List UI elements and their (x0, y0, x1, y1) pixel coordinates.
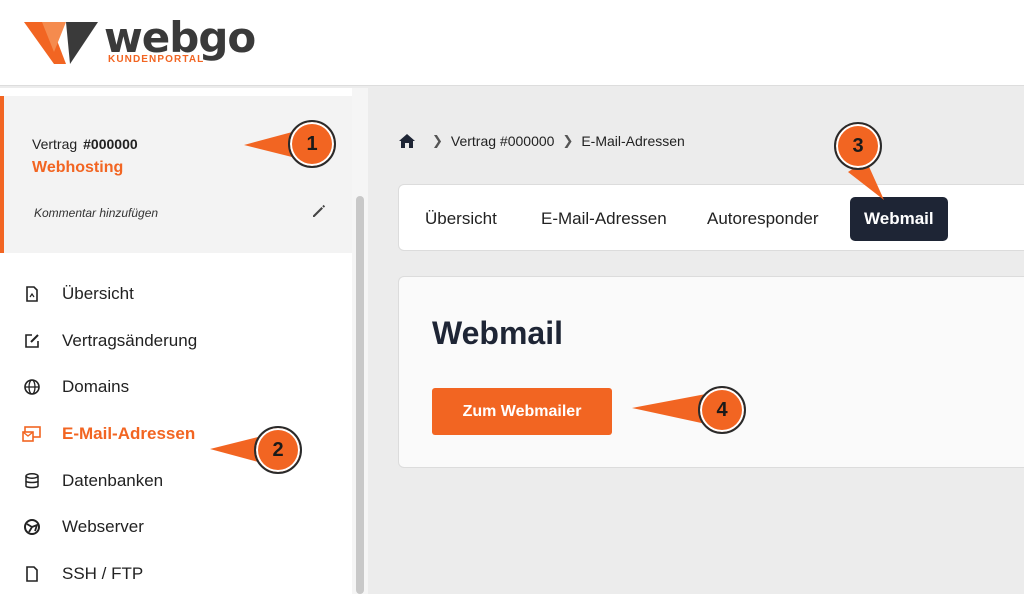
zum-webmailer-button[interactable]: Zum Webmailer (432, 388, 612, 435)
callout-badge: 2 (254, 426, 302, 474)
contract-number: #000000 (83, 136, 138, 152)
tab-autoresponder[interactable]: Autoresponder (693, 197, 833, 241)
sidebar-item-label: SSH / FTP (62, 564, 144, 583)
webmail-card: Webmail Zum Webmailer (398, 276, 1024, 468)
logo-subtitle: KUNDENPORTAL (108, 54, 205, 65)
sidebar-item-label: Domains (62, 377, 130, 396)
add-comment-link[interactable]: Kommentar hinzufügen (34, 206, 158, 220)
callout-3: 3 (832, 120, 892, 202)
document-icon (22, 284, 42, 304)
breadcrumb-contract[interactable]: Vertrag #000000 (451, 133, 555, 149)
chevron-right-icon: ❯ (432, 133, 443, 148)
contract-type: Webhosting (32, 159, 124, 176)
callout-badge: 1 (288, 120, 336, 168)
sidebar-item-label: E-Mail-Adressen (62, 424, 196, 443)
email-icon (22, 424, 42, 444)
callout-4: 4 (632, 384, 752, 436)
server-globe-icon (22, 517, 42, 537)
edit-icon (22, 331, 42, 351)
pencil-icon[interactable] (310, 202, 328, 220)
sidebar-item-label: Übersicht (62, 284, 134, 303)
callout-badge: 3 (834, 122, 882, 170)
sidebar-item-domains[interactable]: Domains (22, 373, 342, 401)
tab-webmail[interactable]: Webmail (850, 197, 948, 241)
sidebar-item-label: Webserver (62, 517, 144, 536)
sidebar-item-uebersicht[interactable]: Übersicht (22, 280, 342, 308)
sidebar-item-label: Vertragsänderung (62, 331, 198, 350)
sidebar-item-webserver[interactable]: Webserver (22, 513, 342, 541)
sidebar-item-label: Datenbanken (62, 471, 164, 490)
sidebar-item-vertragsaenderung[interactable]: Vertragsänderung (22, 327, 342, 355)
logo-mark-icon (24, 22, 98, 64)
globe-icon (22, 377, 42, 397)
contract-line: Vertrag #000000 (32, 136, 138, 152)
webgo-logo[interactable]: webgo KUNDENPORTAL (24, 14, 256, 70)
sidebar-scroll-thumb[interactable] (356, 196, 364, 594)
callout-badge: 4 (698, 386, 746, 434)
chevron-right-icon: ❯ (562, 133, 574, 148)
page-title: Webmail (432, 315, 563, 351)
tab-email-adressen[interactable]: E-Mail-Adressen (527, 197, 681, 241)
breadcrumb: ❯ Vertrag #000000 ❯ E-Mail-Adressen (398, 130, 685, 152)
sidebar-item-ssh-ftp[interactable]: SSH / FTP (22, 560, 342, 588)
home-icon[interactable] (398, 133, 416, 149)
tab-uebersicht[interactable]: Übersicht (411, 197, 511, 241)
file-icon (22, 564, 42, 584)
top-header: webgo KUNDENPORTAL (0, 0, 1024, 86)
tabs-bar: Übersicht E-Mail-Adressen Autoresponder … (398, 184, 1024, 251)
callout-2: 2 (210, 424, 306, 476)
contract-label: Vertrag (32, 136, 78, 152)
breadcrumb-email[interactable]: E-Mail-Adressen (581, 133, 684, 149)
callout-1: 1 (244, 118, 340, 170)
database-icon (22, 471, 42, 491)
